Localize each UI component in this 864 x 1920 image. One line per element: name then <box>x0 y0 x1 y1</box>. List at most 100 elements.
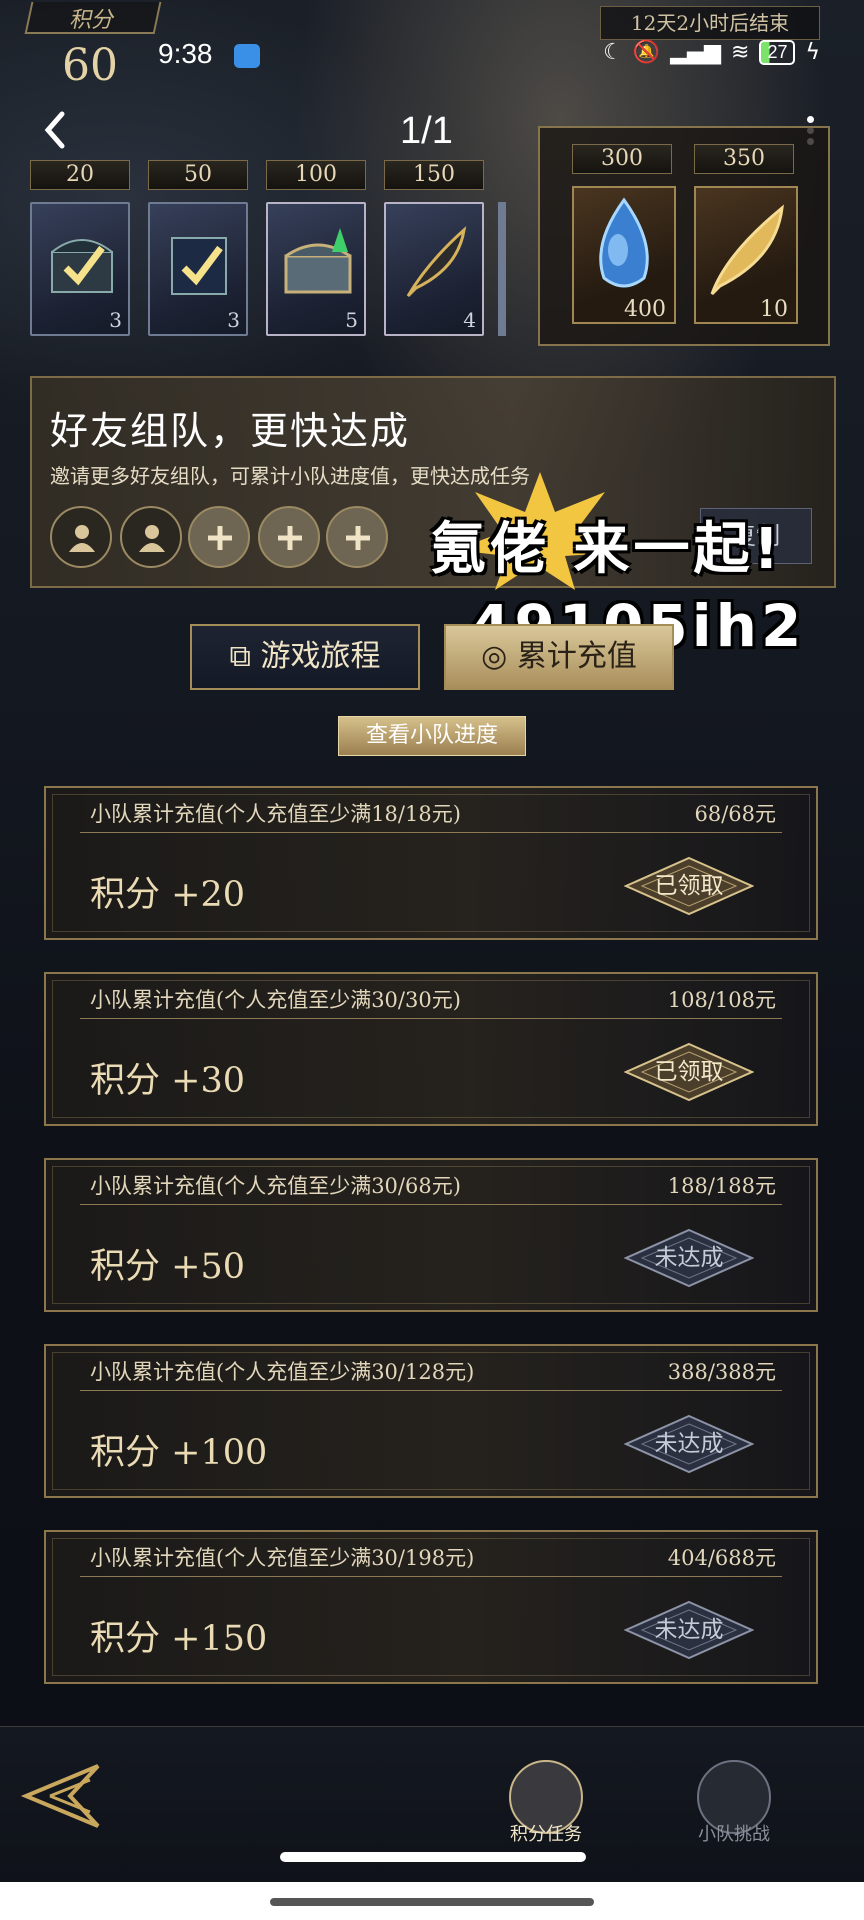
nav-label: 小队挑战 <box>698 1824 770 1845</box>
reward-count: 3 <box>227 308 240 332</box>
status-label: 未达成 <box>654 1617 724 1643</box>
notification-app-icon <box>234 44 260 68</box>
milestone-threshold: 100 <box>266 160 366 190</box>
task-progress: 388/388元 <box>667 1360 776 1384</box>
claimed-button[interactable]: 已领取 <box>624 856 754 916</box>
team-title: 好友组队，更快达成 <box>50 409 411 453</box>
chest-checked-icon <box>51 239 113 293</box>
claimed-button[interactable]: 已领取 <box>624 1042 754 1102</box>
system-gesture-bar[interactable] <box>270 1898 594 1906</box>
view-team-progress-button[interactable]: 查看小队进度 <box>338 716 526 756</box>
divider <box>80 1018 782 1019</box>
milestone-threshold: 150 <box>384 160 484 190</box>
invite-slot[interactable] <box>258 506 320 568</box>
reward-count: 5 <box>345 308 358 332</box>
task-description: 小队累计充值(个人充值至少满30/198元) <box>90 1546 475 1570</box>
plus-icon <box>208 526 232 550</box>
reward-card[interactable]: 3 <box>148 202 248 336</box>
feather-quill-icon <box>406 226 467 298</box>
invite-slot[interactable] <box>326 506 388 568</box>
plus-icon <box>346 526 370 550</box>
task-description: 小队累计充值(个人充值至少满18/18元) <box>90 802 461 826</box>
task-description: 小队累计充值(个人充值至少满30/30元) <box>90 988 461 1012</box>
recharge-icon: ◎ <box>481 639 508 674</box>
divider <box>80 1390 782 1391</box>
task-row: 小队累计充值(个人充值至少满30/68元) 188/188元 积分 +50 未达… <box>44 1158 818 1312</box>
reward-count: 400 <box>624 297 666 322</box>
reward-count: 4 <box>463 308 476 332</box>
task-progress: 108/108元 <box>667 988 776 1012</box>
task-description: 小队累计充值(个人充值至少满30/68元) <box>90 1174 461 1198</box>
overlay-caption: 氪佬 来一起! <box>430 517 784 582</box>
reward-card[interactable]: 5 <box>266 202 366 336</box>
team-member-slot[interactable] <box>120 506 182 568</box>
reward-card[interactable]: 4 <box>384 202 484 336</box>
tab-label: 累计充值 <box>516 639 637 674</box>
status-label: 已领取 <box>654 1059 724 1085</box>
task-progress: 188/188元 <box>667 1174 776 1198</box>
page-indicator: 1/1 <box>400 110 453 152</box>
task-row: 小队累计充值(个人充值至少满30/30元) 108/108元 积分 +30 已领… <box>44 972 818 1126</box>
tab-game-journey[interactable]: ⧉ 游戏旅程 <box>190 624 420 690</box>
charging-icon: ϟ <box>805 40 820 65</box>
reward-card-partial <box>498 202 506 336</box>
blue-gem-icon <box>599 197 649 288</box>
nav-team-challenge[interactable]: 小队挑战 <box>684 1760 784 1846</box>
milestone-threshold: 20 <box>30 160 130 190</box>
return-button[interactable] <box>20 1760 110 1830</box>
task-description: 小队累计充值(个人充值至少满30/128元) <box>90 1360 475 1384</box>
big-reward-card[interactable]: 400 <box>572 186 676 324</box>
map-icon: ⧉ <box>229 639 251 674</box>
reward-count: 10 <box>760 297 788 322</box>
wifi-icon: ≋ <box>731 40 750 65</box>
plus-icon <box>278 526 302 550</box>
status-label: 未达成 <box>654 1245 724 1271</box>
tab-cumulative-recharge[interactable]: ◎ 累计充值 <box>444 624 674 690</box>
points-label: 积分 <box>24 2 162 34</box>
chevron-left-icon <box>44 111 65 149</box>
person-icon <box>139 525 165 552</box>
milestone-threshold: 50 <box>148 160 248 190</box>
golden-feather-icon <box>710 204 784 296</box>
person-icon <box>69 525 95 552</box>
task-progress: 404/688元 <box>667 1546 776 1570</box>
reward-card[interactable]: 3 <box>30 202 130 336</box>
task-reward: 积分 +30 <box>90 1061 245 1101</box>
task-progress: 68/68元 <box>694 802 776 826</box>
milestone-threshold: 350 <box>694 144 794 174</box>
points-value: 60 <box>62 40 118 91</box>
divider <box>80 1204 782 1205</box>
divider <box>80 1576 782 1577</box>
tab-label: 游戏旅程 <box>260 639 381 674</box>
status-label: 未达成 <box>654 1431 724 1457</box>
not-achieved-button[interactable]: 未达成 <box>624 1414 754 1474</box>
reward-count: 3 <box>109 308 122 332</box>
nav-points-tasks[interactable]: 积分任务 <box>496 1760 596 1846</box>
battery-icon: 27 <box>759 40 796 65</box>
status-icons: ☾ 🔕 ▂▄▆ ≋ 27 ϟ <box>603 40 820 65</box>
moon-icon: ☾ <box>603 40 623 65</box>
not-achieved-button[interactable]: 未达成 <box>624 1600 754 1660</box>
not-achieved-button[interactable]: 未达成 <box>624 1228 754 1288</box>
task-reward: 积分 +50 <box>90 1247 245 1287</box>
treasure-chest-icon <box>284 228 352 294</box>
invite-slot[interactable] <box>188 506 250 568</box>
task-reward: 积分 +100 <box>90 1433 268 1473</box>
home-indicator[interactable] <box>280 1852 586 1862</box>
task-reward: 积分 +150 <box>90 1619 268 1659</box>
nav-label: 积分任务 <box>510 1824 582 1845</box>
signal-icon: ▂▄▆ <box>670 40 722 65</box>
back-button[interactable] <box>40 110 70 150</box>
task-row: 小队累计充值(个人充值至少满18/18元) 68/68元 积分 +20 已领取 <box>44 786 818 940</box>
emblem-back-icon <box>20 1764 100 1828</box>
big-reward-card[interactable]: 10 <box>694 186 798 324</box>
status-time: 9:38 <box>158 38 213 69</box>
status-label: 已领取 <box>654 873 724 899</box>
chest-checked-icon <box>171 237 227 295</box>
team-member-slot[interactable] <box>50 506 112 568</box>
task-row: 小队累计充值(个人充值至少满30/198元) 404/688元 积分 +150 … <box>44 1530 818 1684</box>
divider <box>80 832 782 833</box>
event-timer: 12天2小时后结束 <box>600 6 820 40</box>
task-reward: 积分 +20 <box>90 875 245 915</box>
task-row: 小队累计充值(个人充值至少满30/128元) 388/388元 积分 +100 … <box>44 1344 818 1498</box>
